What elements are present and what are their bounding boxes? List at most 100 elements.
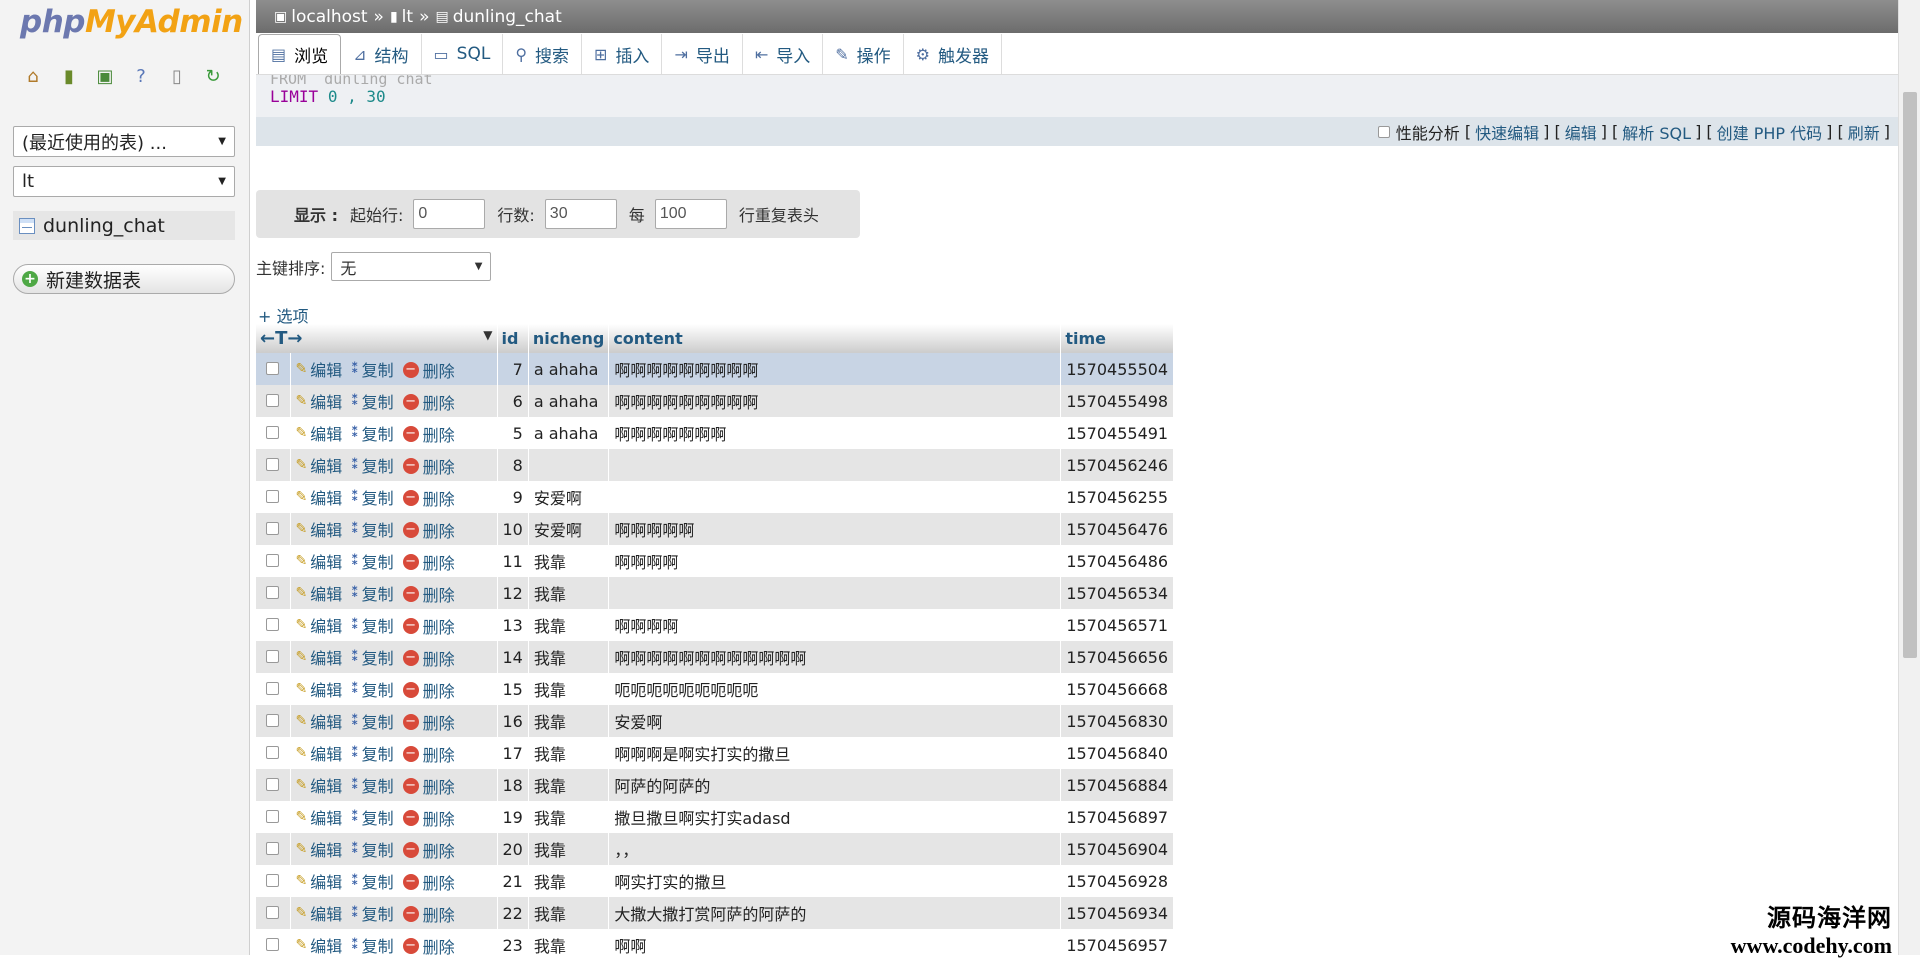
- row-delete-button[interactable]: − 删除: [402, 486, 455, 510]
- table-row[interactable]: ✎ 编辑 ⁑ 复制 − 删除 20 我靠，， 1570456904: [256, 833, 1175, 865]
- cell-nicheng[interactable]: 我靠: [528, 673, 610, 705]
- table-row[interactable]: ✎ 编辑 ⁑ 复制 − 删除 13 我靠 啊啊啊啊 1570456571: [256, 609, 1175, 641]
- docs-icon[interactable]: ▯: [166, 66, 188, 88]
- cell-nicheng[interactable]: 我靠: [528, 929, 610, 961]
- cell-id[interactable]: 12: [497, 577, 529, 609]
- cell-content[interactable]: ，，: [608, 833, 1062, 865]
- row-copy-button[interactable]: ⁑ 复制: [351, 581, 393, 605]
- row-checkbox[interactable]: [266, 809, 280, 823]
- column-header-time[interactable]: time: [1060, 324, 1175, 353]
- row-copy-button[interactable]: ⁑ 复制: [351, 357, 393, 381]
- row-edit-button[interactable]: ✎ 编辑: [296, 837, 343, 861]
- cell-nicheng[interactable]: a ahaha: [528, 417, 610, 449]
- exit-icon[interactable]: ▮: [58, 66, 80, 88]
- cell-id[interactable]: 19: [497, 801, 529, 833]
- row-delete-button[interactable]: − 删除: [402, 582, 455, 606]
- cell-nicheng[interactable]: 我靠: [528, 705, 610, 737]
- row-copy-button[interactable]: ⁑ 复制: [351, 773, 393, 797]
- cell-time[interactable]: 1570456957: [1060, 929, 1175, 961]
- cell-content[interactable]: 啊实打实的撒旦: [608, 865, 1062, 897]
- row-edit-button[interactable]: ✎ 编辑: [296, 485, 343, 509]
- row-copy-button[interactable]: ⁑ 复制: [351, 389, 393, 413]
- row-checkbox[interactable]: [266, 553, 280, 567]
- row-delete-button[interactable]: − 删除: [402, 902, 455, 926]
- row-delete-button[interactable]: − 删除: [402, 358, 455, 382]
- chevron-down-icon[interactable]: ▼: [483, 328, 492, 342]
- row-copy-button[interactable]: ⁑ 复制: [351, 741, 393, 765]
- row-copy-button[interactable]: ⁑ 复制: [351, 645, 393, 669]
- cell-time[interactable]: 1570456928: [1060, 865, 1175, 897]
- column-header-content[interactable]: content: [608, 324, 1062, 353]
- column-header-id[interactable]: id: [497, 324, 529, 353]
- row-delete-button[interactable]: − 删除: [402, 774, 455, 798]
- scrollbar-thumb[interactable]: [1903, 92, 1917, 658]
- row-copy-button[interactable]: ⁑ 复制: [351, 517, 393, 541]
- row-delete-button[interactable]: − 删除: [402, 806, 455, 830]
- row-copy-button[interactable]: ⁑ 复制: [351, 869, 393, 893]
- row-edit-button[interactable]: ✎ 编辑: [296, 869, 343, 893]
- tab-insert[interactable]: ⊞ 插入: [582, 34, 663, 74]
- cell-nicheng[interactable]: a ahaha: [528, 353, 610, 385]
- table-row[interactable]: ✎ 编辑 ⁑ 复制 − 删除 8 1570456246: [256, 449, 1175, 481]
- cell-time[interactable]: 1570456904: [1060, 833, 1175, 865]
- reload-icon[interactable]: ↻: [202, 66, 224, 88]
- cell-time[interactable]: 1570455491: [1060, 417, 1175, 449]
- row-checkbox[interactable]: [266, 873, 280, 887]
- tab-operations[interactable]: ✎ 操作: [823, 34, 904, 74]
- cell-nicheng[interactable]: 我靠: [528, 897, 610, 929]
- cell-content[interactable]: [608, 449, 1062, 481]
- row-checkbox[interactable]: [266, 745, 280, 759]
- table-row[interactable]: ✎ 编辑 ⁑ 复制 − 删除 15 我靠 呃呃呃呃呃呃呃呃呃 1570456668: [256, 673, 1175, 705]
- table-row[interactable]: ✎ 编辑 ⁑ 复制 − 删除 21 我靠 啊实打实的撒旦 1570456928: [256, 865, 1175, 897]
- cell-nicheng[interactable]: 我靠: [528, 833, 610, 865]
- query-icon[interactable]: ▣: [94, 66, 116, 88]
- cell-id[interactable]: 7: [497, 353, 529, 385]
- row-checkbox[interactable]: [266, 393, 280, 407]
- cell-nicheng[interactable]: 我靠: [528, 577, 610, 609]
- table-row[interactable]: ✎ 编辑 ⁑ 复制 − 删除 17 我靠 啊啊啊是啊实打实的撒旦 1570456840: [256, 737, 1175, 769]
- row-delete-button[interactable]: − 删除: [402, 550, 455, 574]
- row-edit-button[interactable]: ✎ 编辑: [296, 773, 343, 797]
- tab-browse[interactable]: ▤ 浏览: [258, 34, 342, 74]
- row-copy-button[interactable]: ⁑ 复制: [351, 933, 393, 957]
- cell-time[interactable]: 1570455504: [1060, 353, 1175, 385]
- table-row[interactable]: ✎ 编辑 ⁑ 复制 − 删除 22 我靠 大撒大撒打赏阿萨的阿萨的 1570456934: [256, 897, 1175, 929]
- cell-id[interactable]: 13: [497, 609, 529, 641]
- row-edit-button[interactable]: ✎ 编辑: [296, 741, 343, 765]
- cell-content[interactable]: 啊啊啊啊啊: [608, 513, 1062, 545]
- row-checkbox[interactable]: [266, 649, 280, 663]
- table-row[interactable]: ✎ 编辑 ⁑ 复制 − 删除 18 我靠 阿萨的阿萨的 1570456884: [256, 769, 1175, 801]
- cell-id[interactable]: 8: [497, 449, 529, 481]
- cell-id[interactable]: 10: [497, 513, 529, 545]
- row-edit-button[interactable]: ✎ 编辑: [296, 645, 343, 669]
- cell-id[interactable]: 14: [497, 641, 529, 673]
- edit-sql-link[interactable]: 编辑: [1565, 120, 1597, 144]
- row-edit-button[interactable]: ✎ 编辑: [296, 389, 343, 413]
- cell-nicheng[interactable]: 我靠: [528, 769, 610, 801]
- cell-nicheng[interactable]: 我靠: [528, 801, 610, 833]
- cell-id[interactable]: 22: [497, 897, 529, 929]
- cell-id[interactable]: 9: [497, 481, 529, 513]
- table-row[interactable]: ✎ 编辑 ⁑ 复制 − 删除 7 a ahaha 啊啊啊啊啊啊啊啊啊 1570455504: [256, 353, 1175, 385]
- row-delete-button[interactable]: − 删除: [402, 710, 455, 734]
- row-edit-button[interactable]: ✎ 编辑: [296, 517, 343, 541]
- cell-content[interactable]: 呃呃呃呃呃呃呃呃呃: [608, 673, 1062, 705]
- row-checkbox[interactable]: [266, 521, 280, 535]
- table-row[interactable]: ✎ 编辑 ⁑ 复制 − 删除 23 我靠 啊啊 1570456957: [256, 929, 1175, 961]
- cell-id[interactable]: 23: [497, 929, 529, 961]
- cell-time[interactable]: 1570456255: [1060, 481, 1175, 513]
- table-row[interactable]: ✎ 编辑 ⁑ 复制 − 删除 12 我靠 1570456534: [256, 577, 1175, 609]
- tab-import[interactable]: ⇤ 导入: [742, 34, 824, 74]
- table-row[interactable]: ✎ 编辑 ⁑ 复制 − 删除 16 我靠 安爱啊 1570456830: [256, 705, 1175, 737]
- table-row[interactable]: ✎ 编辑 ⁑ 复制 − 删除 5 a ahaha 啊啊啊啊啊啊啊 1570455491: [256, 417, 1175, 449]
- breadcrumb-table[interactable]: dunling_chat: [453, 7, 562, 27]
- row-edit-button[interactable]: ✎ 编辑: [296, 933, 343, 957]
- cell-id[interactable]: 21: [497, 865, 529, 897]
- cell-nicheng[interactable]: 我靠: [528, 865, 610, 897]
- create-php-link[interactable]: 创建 PHP 代码: [1717, 120, 1823, 144]
- cell-content[interactable]: 啊啊啊啊: [608, 609, 1062, 641]
- cell-id[interactable]: 20: [497, 833, 529, 865]
- row-edit-button[interactable]: ✎ 编辑: [296, 901, 343, 925]
- row-delete-button[interactable]: − 删除: [402, 838, 455, 862]
- row-checkbox[interactable]: [266, 681, 280, 695]
